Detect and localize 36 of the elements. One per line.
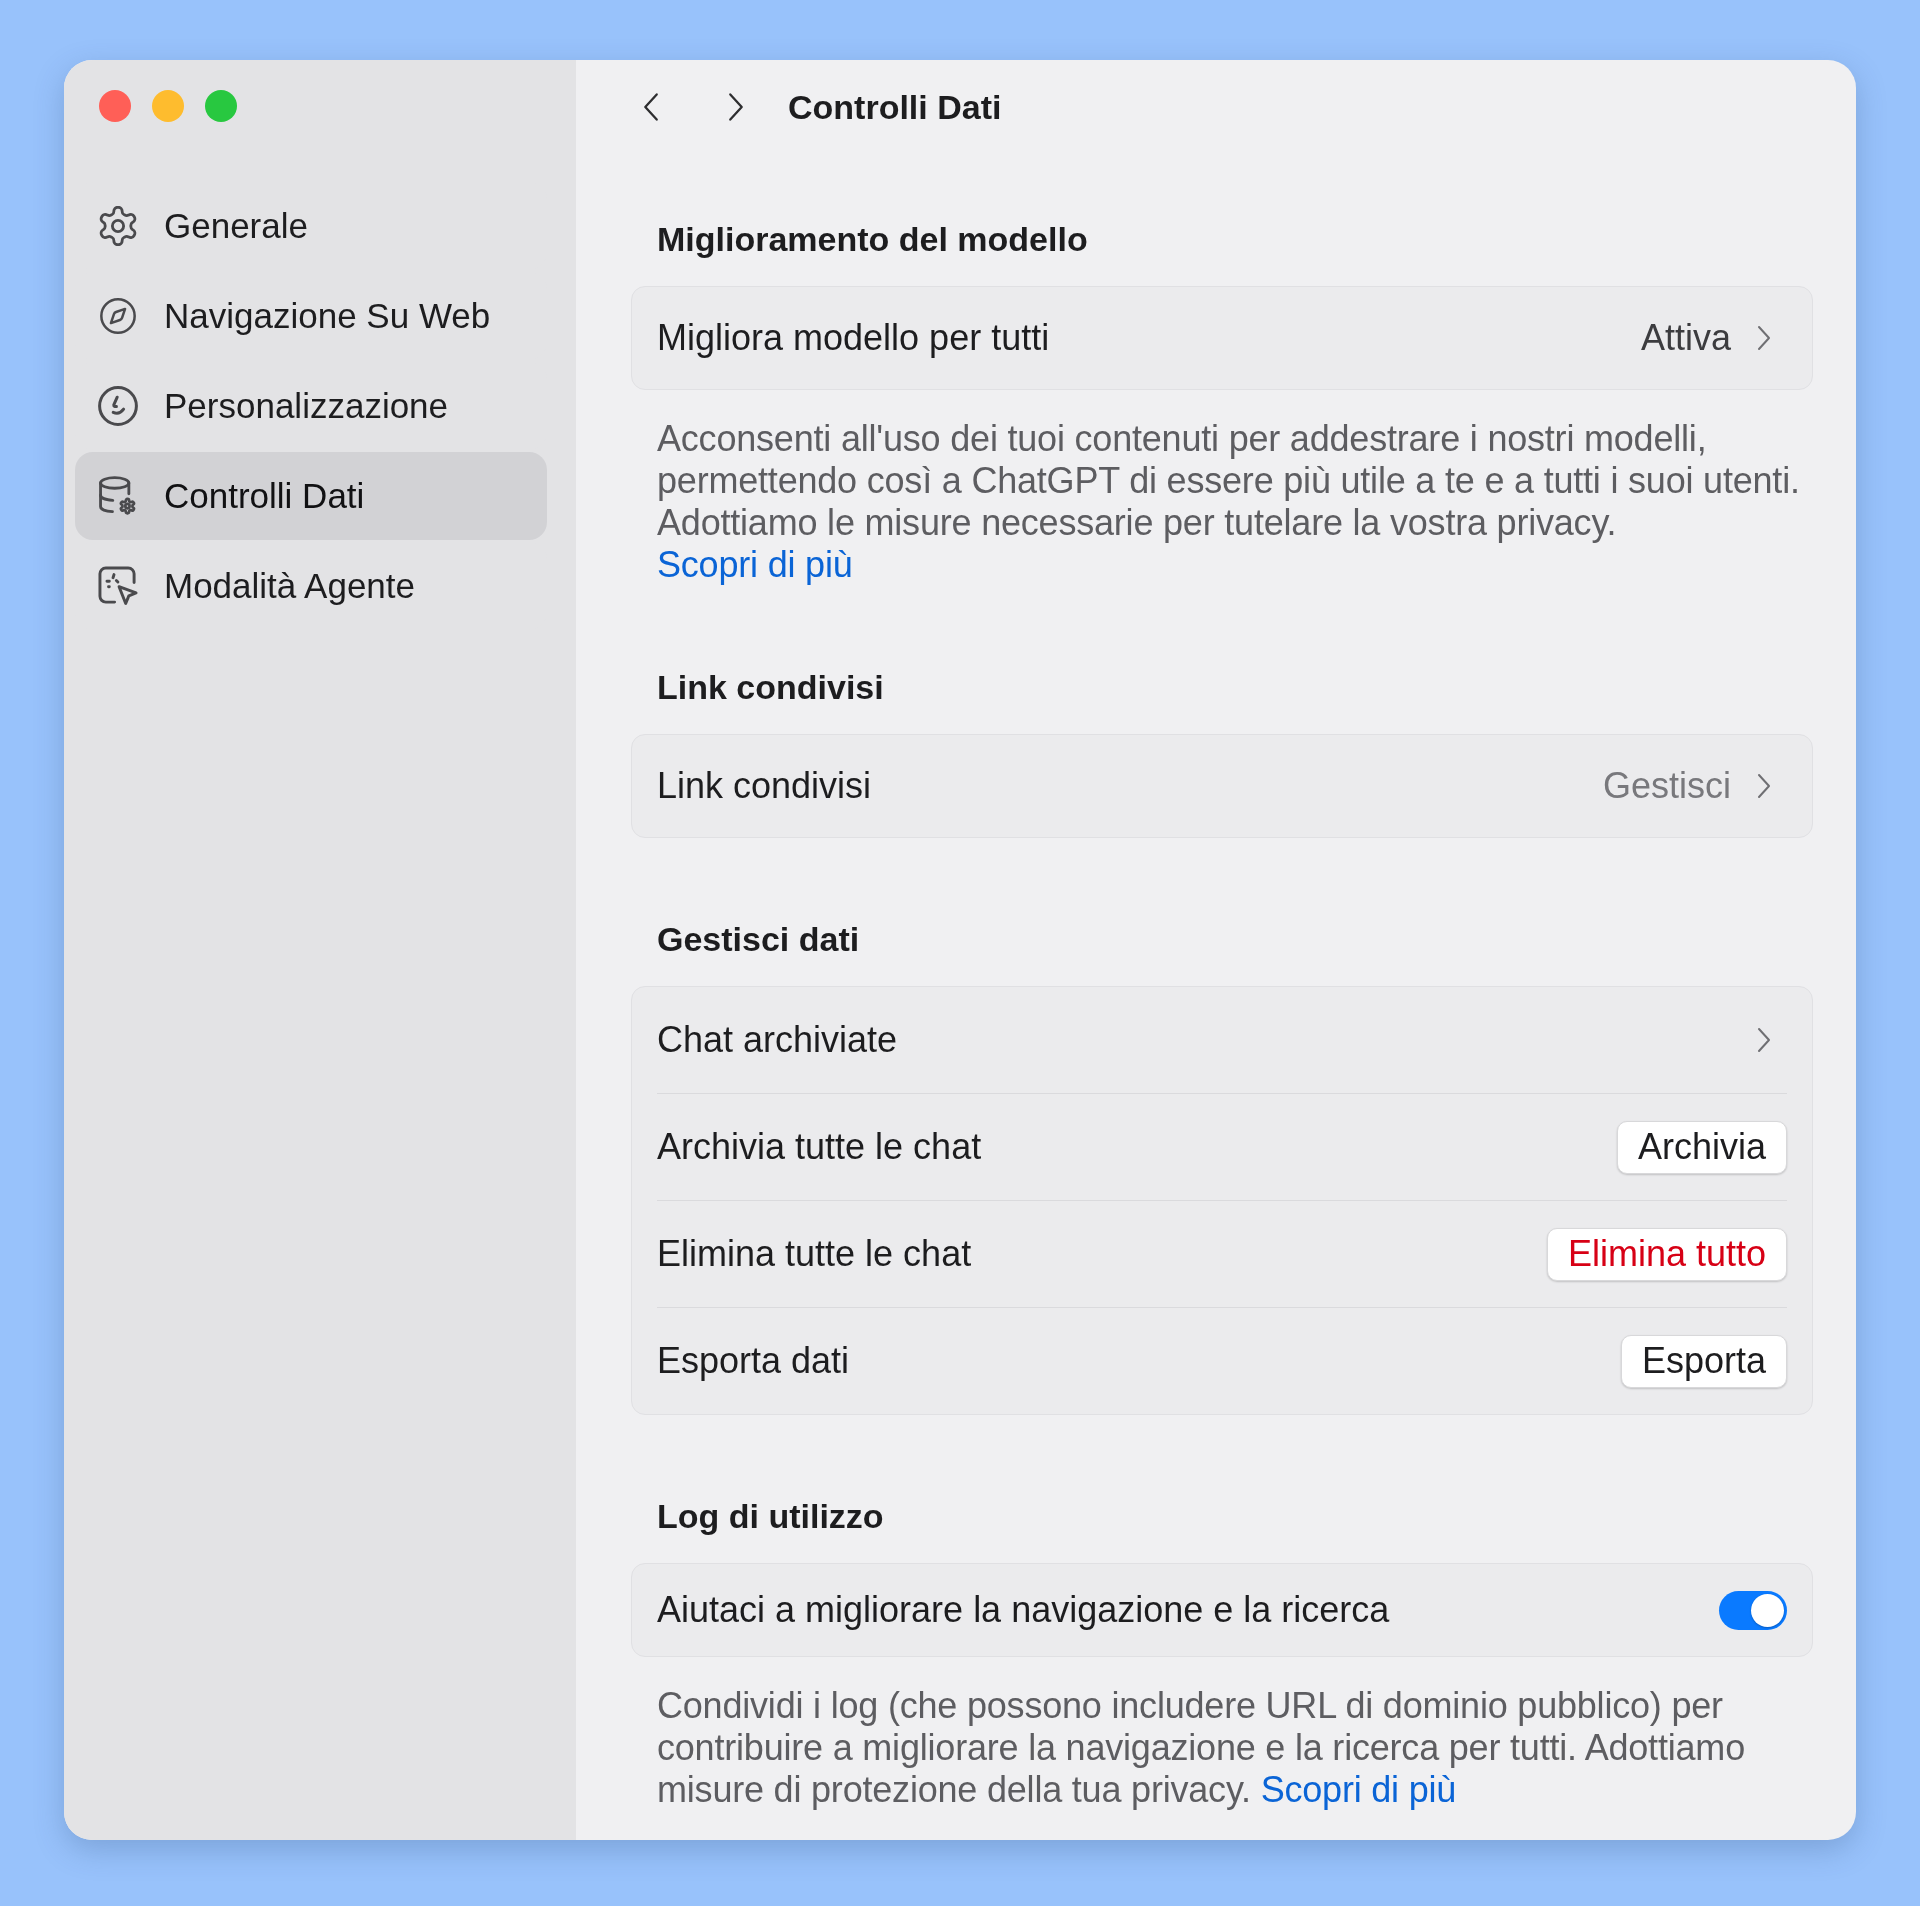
row-label: Elimina tutte le chat	[657, 1233, 973, 1275]
row-label: Archivia tutte le chat	[657, 1126, 983, 1168]
chevron-right-icon	[1757, 325, 1771, 351]
section-heading: Miglioramento del modello	[656, 219, 1089, 260]
section-heading: Link condivisi	[656, 667, 885, 708]
section-heading: Gestisci dati	[656, 919, 861, 960]
action-button[interactable]: Elimina tutto	[1546, 1227, 1787, 1281]
learn-more-link[interactable]: Scopri di più	[1260, 1769, 1457, 1810]
section-heading: Log di utilizzo	[656, 1496, 885, 1537]
description-text: Acconsenti all'uso dei tuoi contenuti per addestrare i nostri modelli, permettendo così a ChatGPT di essere più utile a te e a tutti i suoi utenti. Adottiamo le misure necessarie per tutelare la vostra privacy. Scopri di più	[656, 418, 1801, 586]
toggle-switch[interactable]	[1719, 1590, 1787, 1630]
chevron-right-icon	[1757, 773, 1771, 799]
close-icon[interactable]	[99, 90, 131, 122]
page-title: Controlli Dati	[788, 87, 1002, 128]
back-button[interactable]	[642, 91, 660, 123]
database-gear-icon	[98, 476, 138, 516]
gear-icon	[98, 206, 138, 246]
forward-button[interactable]	[727, 91, 745, 123]
chevron-right-icon	[1757, 1027, 1771, 1053]
action-button[interactable]: Archivia	[1616, 1120, 1787, 1174]
row-label: Migliora modello per tutti	[657, 317, 1051, 359]
action-button[interactable]: Esporta	[1620, 1334, 1787, 1388]
row-value: Gestisci	[1602, 765, 1731, 807]
cursor-square-icon	[98, 566, 138, 606]
hook-circle-icon	[98, 386, 138, 426]
compass-icon	[98, 296, 138, 336]
chevron-right-icon	[728, 92, 744, 122]
learn-more-link[interactable]: Scopri di più	[657, 544, 853, 585]
sidebar-item[interactable]: Controlli Dati	[75, 452, 547, 540]
row-value: Attiva	[1640, 317, 1731, 359]
chevron-left-icon	[643, 92, 659, 122]
description-text: Condividi i log (che possono includere URL di dominio pubblico) per contribuire a migliorare la navigazione e la ricerca per tutti. Adottiamo misure di protezione della tua privacy. Scopri di più	[656, 1685, 1746, 1811]
row-label: Esporta dati	[657, 1340, 851, 1382]
row-label: Chat archiviate	[657, 1019, 899, 1061]
row-label: Link condivisi	[657, 765, 873, 807]
row-label: Aiutaci a migliorare la navigazione e la ricerca	[657, 1589, 1391, 1631]
